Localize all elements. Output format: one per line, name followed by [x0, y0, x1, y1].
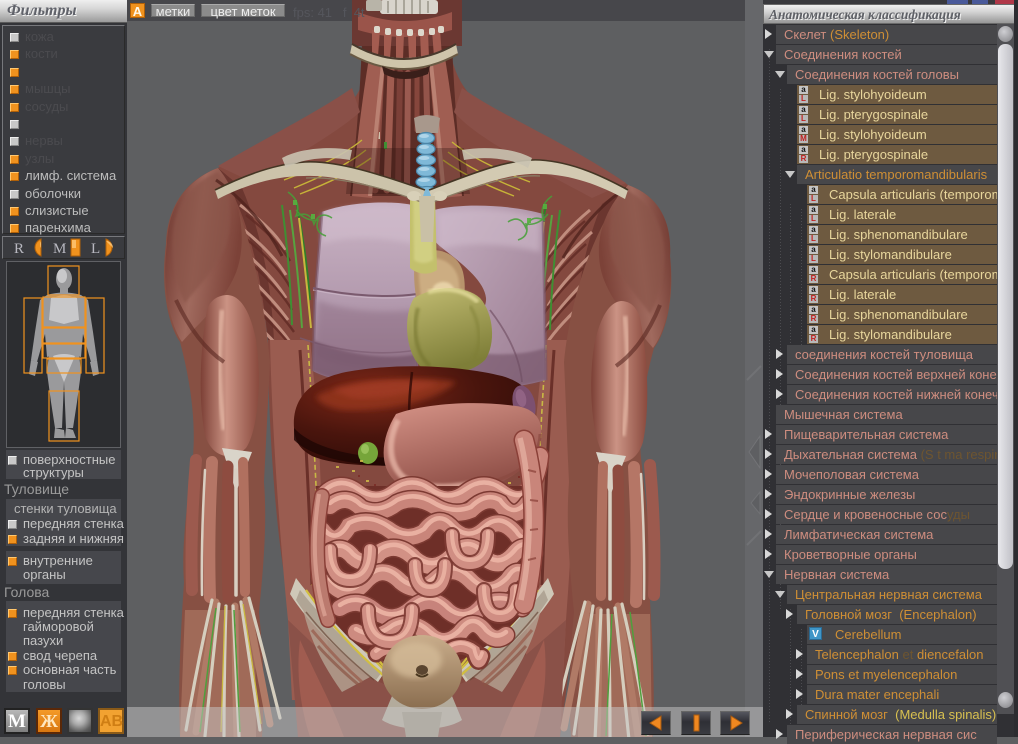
svg-text:R: R [14, 241, 24, 257]
svg-text:M: M [53, 241, 66, 257]
svg-text:L: L [91, 241, 100, 257]
